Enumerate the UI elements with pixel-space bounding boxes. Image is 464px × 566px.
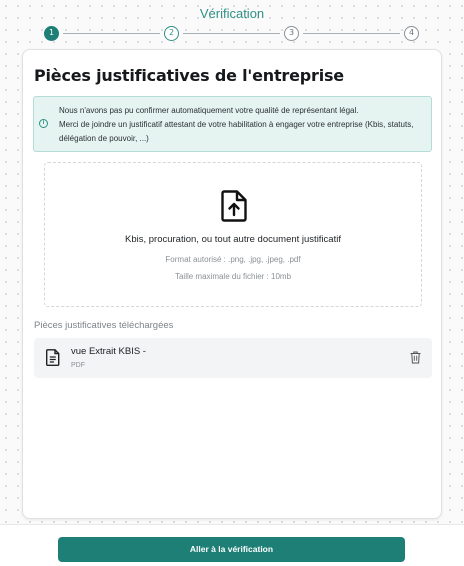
step-connector [303, 33, 400, 34]
card-title: Pièces justificatives de l'entreprise [34, 66, 344, 85]
page-title: Vérification [199, 6, 265, 21]
file-dropzone[interactable]: Kbis, procuration, ou tout autre documen… [44, 162, 422, 307]
dropzone-formats: Format autorisé : .png, .jpg, .jpeg, .pd… [165, 255, 301, 264]
go-to-verification-button[interactable]: Aller à la vérification [58, 537, 405, 562]
info-icon: i [39, 119, 48, 128]
info-alert: i Nous n'avons pas pu confirmer automati… [33, 96, 432, 152]
step-3[interactable]: 3 [284, 26, 299, 41]
stepper: 1 2 3 4 [44, 26, 420, 42]
alert-line-2: Merci de joindre un justificatif attesta… [59, 120, 414, 143]
step-connector [183, 33, 280, 34]
trash-icon[interactable] [410, 351, 421, 364]
uploaded-file-row: vue Extrait KBIS - PDF [34, 338, 432, 378]
dropzone-max-size: Taille maximale du fichier : 10mb [174, 272, 292, 281]
uploaded-files-label: Pièces justificatives téléchargées [34, 320, 174, 331]
step-4[interactable]: 4 [404, 26, 419, 41]
file-type: PDF [71, 362, 85, 369]
footer-bar: Aller à la vérification [0, 524, 464, 566]
step-2[interactable]: 2 [164, 26, 179, 41]
step-1[interactable]: 1 [44, 26, 59, 41]
file-name: vue Extrait KBIS - [71, 346, 146, 357]
file-upload-icon [221, 190, 247, 222]
alert-line-1: Nous n'avons pas pu confirmer automatiqu… [59, 106, 359, 115]
dropzone-label: Kbis, procuration, ou tout autre documen… [125, 234, 341, 245]
alert-text: Nous n'avons pas pu confirmer automatiqu… [59, 104, 427, 146]
step-connector [63, 33, 160, 34]
documents-card: Pièces justificatives de l'entreprise i … [22, 49, 442, 519]
document-icon [46, 349, 60, 366]
